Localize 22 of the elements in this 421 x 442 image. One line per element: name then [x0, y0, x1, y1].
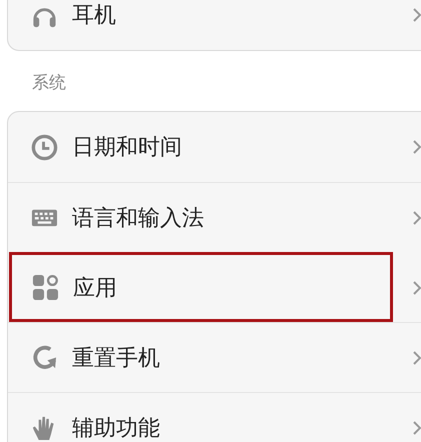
- item-label: 重置手机: [72, 344, 160, 372]
- chevron-right-icon: [413, 350, 421, 364]
- chevron-right-icon: [413, 210, 421, 224]
- section-title: 系统: [31, 72, 67, 95]
- apps-icon: [32, 274, 59, 301]
- item-label: 辅助功能: [72, 414, 160, 442]
- refresh-icon: [31, 344, 58, 371]
- item-label: 应用: [73, 274, 117, 302]
- item-label: 语言和输入法: [72, 204, 204, 232]
- chevron-right-icon: [413, 280, 421, 294]
- item-label: 耳机: [72, 2, 116, 30]
- chevron-right-icon: [413, 140, 421, 154]
- settings-item[interactable]: 辅助功能: [8, 392, 421, 442]
- item-label: 日期和时间: [72, 134, 182, 162]
- settings-item[interactable]: 应用: [9, 252, 393, 322]
- chevron-right-icon: [413, 420, 421, 434]
- settings-item[interactable]: 语言和输入法: [8, 182, 421, 252]
- settings-item[interactable]: 重置手机: [8, 322, 421, 392]
- chevron-right-icon: [413, 8, 421, 22]
- clock-icon: [31, 134, 58, 160]
- settings-item[interactable]: 日期和时间: [8, 112, 421, 182]
- settings-item[interactable]: 耳机: [8, 0, 421, 50]
